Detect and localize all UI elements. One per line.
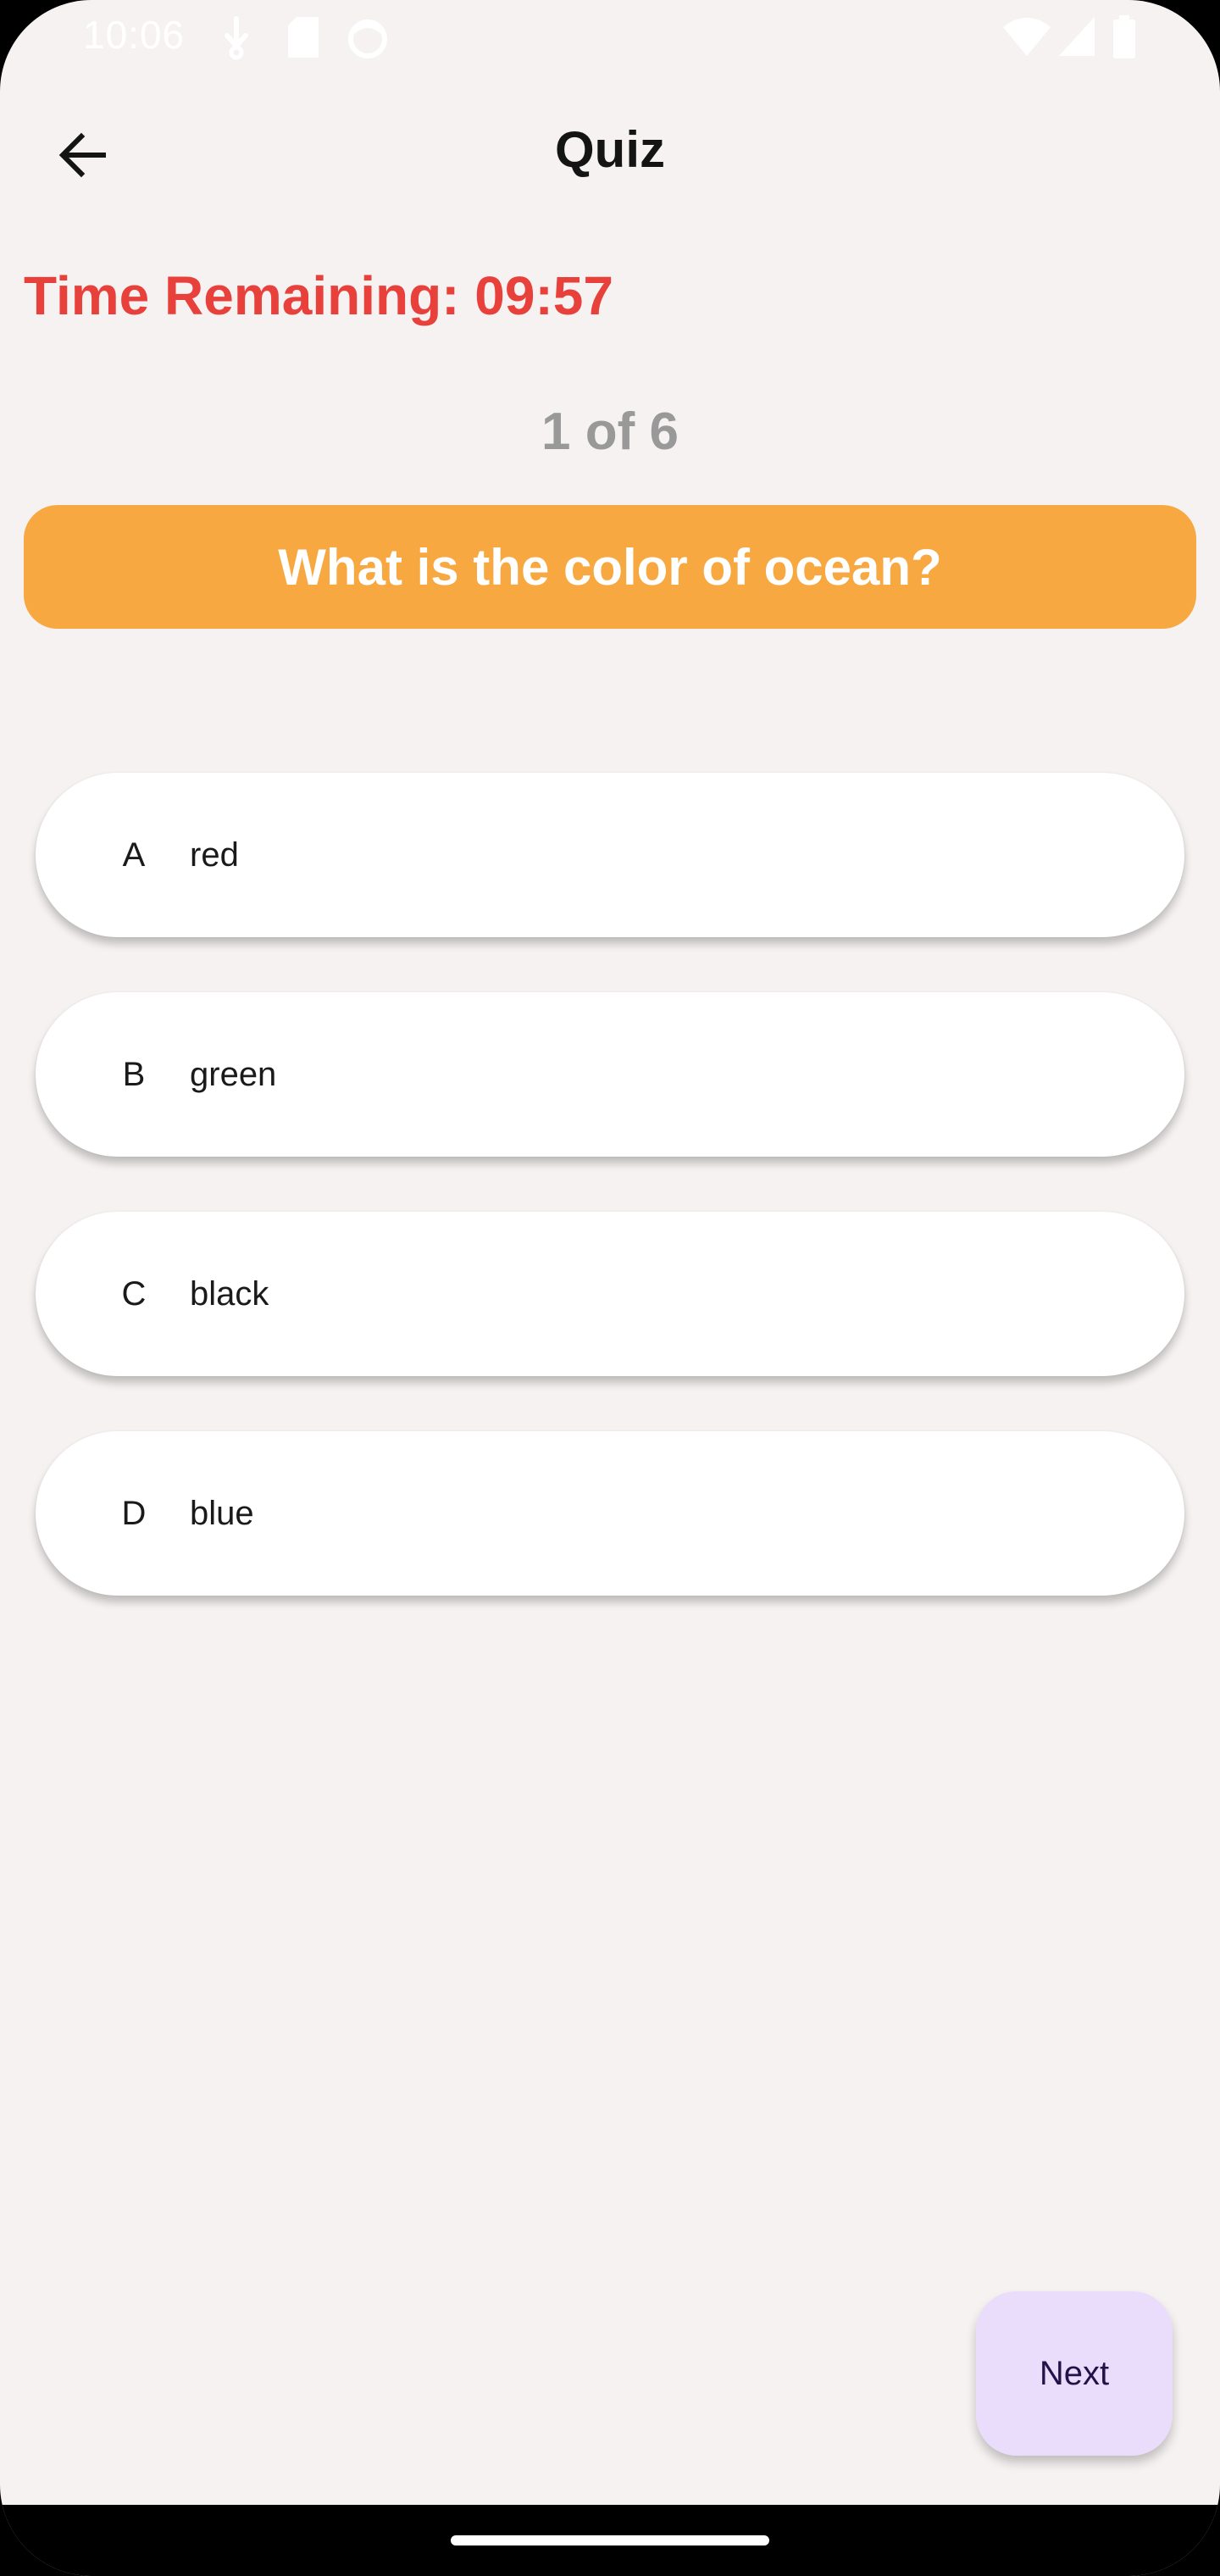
option-text: black	[190, 1275, 269, 1313]
system-nav-bar	[0, 2505, 1220, 2576]
face-icon	[348, 19, 387, 58]
question-progress: 1 of 6	[541, 402, 679, 461]
quiz-screen: 10:06 Quiz Time Remaining: 09:57 1 of 6 …	[0, 0, 1220, 2576]
option-letter: A	[122, 836, 146, 874]
status-time: 10:06	[83, 13, 186, 57]
option-letter: D	[121, 1495, 147, 1532]
option-text: green	[190, 1056, 277, 1093]
option-a[interactable]: A red	[36, 773, 1184, 937]
download-icon	[225, 16, 248, 60]
sd-card-icon	[288, 17, 319, 58]
top-app-bar: Quiz	[0, 93, 1220, 217]
option-text: red	[190, 836, 239, 874]
page-title: Quiz	[555, 121, 665, 178]
option-letter: B	[122, 1056, 146, 1093]
wifi-icon	[1003, 18, 1051, 56]
option-c[interactable]: C black	[36, 1212, 1184, 1376]
question-card: What is the color of ocean?	[24, 505, 1196, 629]
signal-icon	[1059, 17, 1095, 56]
question-text: What is the color of ocean?	[278, 538, 942, 596]
option-text: blue	[190, 1495, 254, 1532]
option-d[interactable]: D blue	[36, 1431, 1184, 1596]
next-button[interactable]: Next	[976, 2291, 1173, 2456]
status-bar: 10:06	[0, 0, 1220, 81]
home-gesture-handle[interactable]	[451, 2535, 769, 2545]
battery-icon	[1113, 15, 1135, 58]
time-remaining-label: Time Remaining: 09:57	[24, 265, 613, 326]
option-b[interactable]: B green	[36, 992, 1184, 1157]
option-letter: C	[121, 1275, 147, 1313]
